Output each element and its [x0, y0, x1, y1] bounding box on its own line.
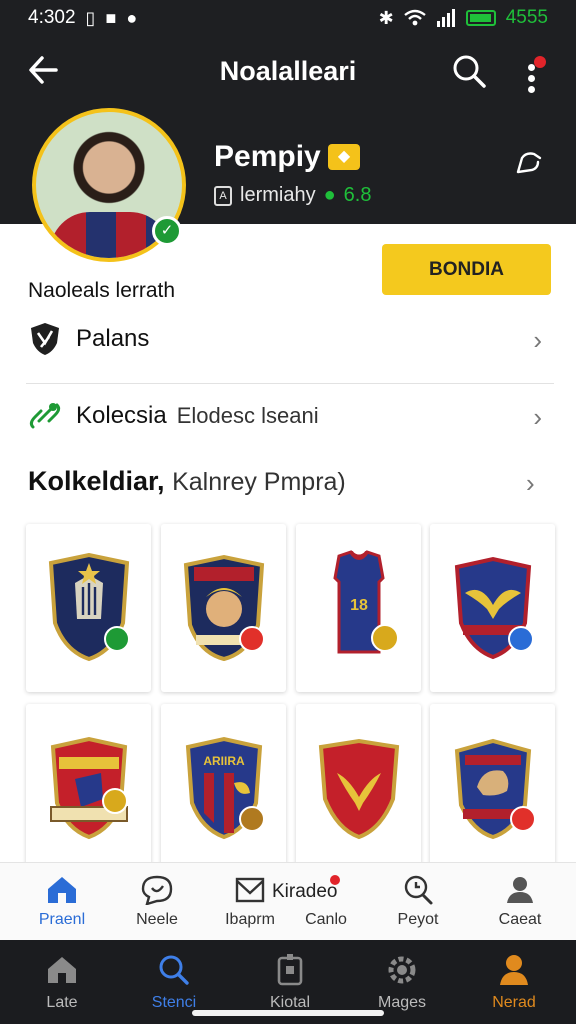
search-icon[interactable]	[450, 52, 490, 92]
warrior-badge-icon	[183, 554, 265, 662]
chevron-right-icon[interactable]: ›	[526, 468, 535, 499]
jersey-number: 18	[350, 597, 368, 614]
collection-card[interactable]	[296, 704, 421, 872]
verified-badge-icon: ◆	[328, 144, 360, 170]
home-indicator[interactable]	[192, 1010, 384, 1016]
tab-label: Caeat	[498, 911, 542, 928]
profile-subtitle: A lermiahy ● 6.8	[214, 184, 371, 207]
collection-card[interactable]	[26, 524, 151, 692]
collection-card[interactable]	[26, 704, 151, 872]
status-label: Naoleals lerrath	[28, 279, 176, 302]
sys-tab-search[interactable]: Stenci	[124, 952, 224, 1012]
sys-tab-wallet[interactable]: Kiotal	[240, 952, 340, 1012]
tab-label: Nerad	[492, 994, 536, 1011]
chevron-right-icon: ›	[533, 325, 542, 355]
sys-tab-settings[interactable]: Mages	[352, 952, 452, 1012]
divider	[26, 383, 554, 384]
jersey-icon: 18	[332, 550, 399, 654]
chat-icon	[107, 873, 207, 907]
collection-card[interactable]: ARIIRA	[161, 704, 286, 872]
status-time: 4:302	[28, 7, 76, 28]
eagle-shield-icon	[454, 556, 534, 660]
battery-icon	[465, 10, 496, 26]
app-status-icon: ●	[126, 7, 138, 28]
notification-icon: ■	[105, 7, 117, 28]
profile-name: Pempiy	[214, 140, 321, 173]
tab-messages[interactable]: Neele	[107, 873, 207, 937]
collection-card[interactable]: 18	[296, 524, 421, 692]
tab-label: Canlo	[305, 911, 347, 928]
knight-crest-icon	[454, 738, 536, 840]
tab-label: Late	[46, 994, 78, 1011]
menu-row-sublabel: Elodesc lseani	[176, 403, 319, 428]
section-heading: Kolkeldiar,	[28, 466, 165, 496]
magnifier-icon	[368, 873, 468, 907]
sim-icon: ▯	[85, 7, 96, 28]
wifi-icon	[403, 9, 426, 26]
chevron-right-icon: ›	[533, 402, 542, 432]
menu-row-collection[interactable]: Kolecsia Elodesc lseani ›	[26, 390, 554, 442]
tab-search[interactable]: Peyot	[368, 873, 468, 937]
notification-dot	[534, 56, 546, 68]
edit-profile-icon[interactable]	[512, 148, 546, 178]
person-icon	[464, 952, 564, 988]
tab-profile[interactable]: Caeat	[470, 873, 570, 937]
more-options-icon[interactable]	[516, 52, 546, 93]
home-icon	[12, 952, 112, 988]
crest-label: ARIIRA	[203, 754, 245, 768]
tab-label: Praenl	[38, 911, 86, 928]
signal-icon	[436, 9, 455, 27]
settings-status-icon: ✱	[378, 7, 394, 28]
tab-label: Peyot	[397, 911, 439, 928]
club-crest-icon	[49, 736, 128, 840]
collection-card[interactable]	[430, 704, 555, 872]
striped-crest-icon: ARIIRA	[185, 736, 265, 840]
section-subheading: Kalnrey Pmpra)	[172, 468, 346, 496]
shield-crest-icon	[48, 553, 130, 662]
menu-row-label: Kolecsia	[76, 402, 167, 429]
avatar-jersey	[50, 212, 170, 258]
sys-tab-account[interactable]: Nerad	[464, 952, 564, 1012]
wallet-icon	[240, 952, 340, 988]
bird-shield-icon	[318, 738, 399, 840]
shield-icon	[26, 320, 64, 358]
gear-icon	[352, 952, 452, 988]
primary-action-button[interactable]: BONDIA	[382, 244, 551, 295]
battery-level: 4555	[505, 7, 548, 28]
home-icon	[12, 873, 112, 907]
online-check-icon: ✓	[152, 216, 182, 246]
person-icon	[470, 873, 570, 907]
tab-home[interactable]: Praenl	[12, 873, 112, 937]
bottom-tab-bar: Praenl Neele Ibaprm Kiradeo Canlo Peyot …	[0, 862, 576, 940]
search-icon	[124, 952, 224, 988]
profile-score: 6.8	[343, 184, 372, 206]
online-status-icon: ●	[323, 184, 336, 206]
top-nav: Noalalleari	[0, 44, 576, 100]
menu-row-plans[interactable]: Palans ›	[26, 313, 554, 365]
collection-card[interactable]	[430, 524, 555, 692]
link-icon	[26, 397, 64, 435]
tab-label: Neele	[136, 911, 178, 928]
tab-cards[interactable]: Canlo	[276, 873, 376, 937]
profile-handle: lermiahy	[240, 184, 316, 206]
collection-card[interactable]	[161, 524, 286, 692]
menu-row-label: Palans	[76, 325, 150, 352]
section-title[interactable]: Kolkeldiar, Kalnrey Pmpra)	[28, 466, 346, 497]
status-bar: 4:302 ▯ ■ ● ✱ 4555	[0, 0, 576, 36]
user-icon: A	[214, 185, 232, 206]
sys-tab-home[interactable]: Late	[12, 952, 112, 1012]
